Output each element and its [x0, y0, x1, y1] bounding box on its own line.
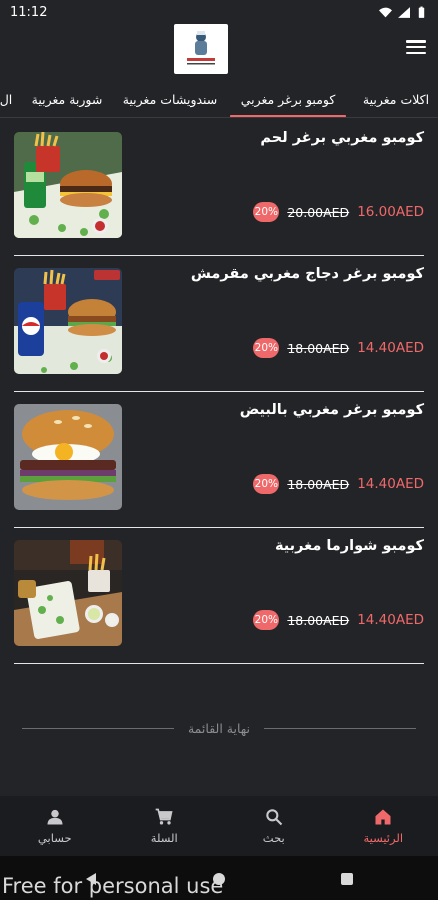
chicken-burger-photo: [14, 268, 122, 374]
old-price: 18.00AED: [287, 340, 350, 356]
signal-icon: [398, 6, 410, 18]
menu-line: [406, 45, 426, 49]
burger-combo-photo: [14, 132, 122, 238]
nav-account[interactable]: حسابي: [0, 796, 110, 856]
nav-label: بحث: [262, 831, 285, 845]
price-row: 20% 18.00AED 14.40AED: [253, 610, 424, 630]
discount-badge: 20%: [253, 474, 280, 494]
tab-label: اكلات مغربية: [362, 91, 430, 107]
person-icon: [47, 809, 63, 825]
price-row: 20% 18.00AED 14.40AED: [253, 474, 424, 494]
menu-item[interactable]: كومبو برغر مغربي بالبيض 20% 18.00AED 14.…: [14, 392, 424, 528]
item-name: كومبو شوارما مغربية: [274, 538, 424, 554]
end-line-right: [264, 727, 416, 729]
hamburger-menu-icon[interactable]: [406, 38, 426, 56]
tab-soup[interactable]: شوربة مغربية: [28, 80, 106, 117]
tab-sandwiches[interactable]: سندويشات مغربية: [120, 80, 220, 117]
old-price: 18.00AED: [287, 476, 350, 492]
menu-line: [406, 40, 426, 43]
recents-icon[interactable]: [340, 872, 354, 886]
egg-burger-photo: [14, 404, 122, 510]
status-time: 11:12: [10, 4, 48, 20]
end-line-left: [22, 727, 174, 729]
restaurant-logo[interactable]: [174, 24, 228, 74]
discount-badge: 20%: [253, 202, 280, 222]
cart-icon: [155, 808, 173, 825]
new-price: 16.00AED: [357, 204, 424, 220]
discount-badge: 20%: [253, 610, 280, 630]
nav-home[interactable]: الرئيسية: [329, 796, 438, 856]
battery-icon: [418, 6, 425, 18]
item-image[interactable]: [14, 404, 122, 510]
nav-label: حسابي: [37, 831, 72, 845]
tab-label: شوربة مغربية: [31, 91, 103, 107]
home-icon: [375, 809, 391, 825]
item-name: كومبو برغر دجاج مغربي مقرمش: [190, 266, 424, 282]
new-price: 14.40AED: [357, 340, 424, 356]
new-price: 14.40AED: [357, 476, 424, 492]
menu-item[interactable]: كومبو برغر دجاج مغربي مقرمش 20% 18.00AED…: [14, 256, 424, 392]
menu-line: [406, 51, 426, 54]
status-bar: 11:12: [0, 0, 438, 24]
menu-item[interactable]: كومبو مغربي برغر لحم 20% 20.00AED 16.00A…: [14, 120, 424, 256]
old-price: 18.00AED: [287, 612, 350, 628]
shawarma-combo-photo: [14, 540, 122, 646]
tab-moroccan-food[interactable]: اكلات مغربية: [358, 80, 434, 117]
item-image[interactable]: [14, 268, 122, 374]
item-name: كومبو مغربي برغر لحم: [260, 130, 424, 146]
tab-label: ال: [0, 91, 13, 107]
status-icons: [379, 6, 428, 19]
app-header: [0, 24, 438, 80]
bottom-nav: الرئيسية بحث السلة حسابي: [0, 796, 438, 856]
tab-label: سندويشات مغربية: [122, 91, 218, 107]
new-price: 14.40AED: [357, 612, 424, 628]
discount-badge: 20%: [253, 338, 280, 358]
search-icon: [266, 809, 282, 826]
old-price: 20.00AED: [287, 204, 350, 220]
item-image[interactable]: [14, 132, 122, 238]
menu-item[interactable]: كومبو شوارما مغربية 20% 18.00AED 14.40AE…: [14, 528, 424, 664]
tab-label: كومبو برغر مغربي: [240, 91, 336, 107]
price-row: 20% 20.00AED 16.00AED: [253, 202, 424, 222]
end-of-list-text: نهاية القائمة: [187, 720, 251, 736]
nav-cart[interactable]: السلة: [110, 796, 220, 856]
nav-label: الرئيسية: [363, 831, 404, 845]
item-image[interactable]: [14, 540, 122, 646]
category-tabs: اكلات مغربية كومبو برغر مغربي سندويشات م…: [0, 80, 438, 118]
watermark: Free for personal use: [2, 874, 224, 898]
tab-combo-burger[interactable]: كومبو برغر مغربي: [230, 80, 346, 117]
nav-label: السلة: [150, 831, 178, 845]
chef-logo-icon: [187, 31, 215, 65]
end-of-list: نهاية القائمة: [22, 718, 416, 738]
nav-search[interactable]: بحث: [219, 796, 329, 856]
price-row: 20% 18.00AED 14.40AED: [253, 338, 424, 358]
tab-more[interactable]: ال: [0, 80, 16, 117]
wifi-icon: [379, 7, 392, 17]
item-divider: [14, 662, 424, 664]
item-name: كومبو برغر مغربي بالبيض: [239, 402, 424, 418]
